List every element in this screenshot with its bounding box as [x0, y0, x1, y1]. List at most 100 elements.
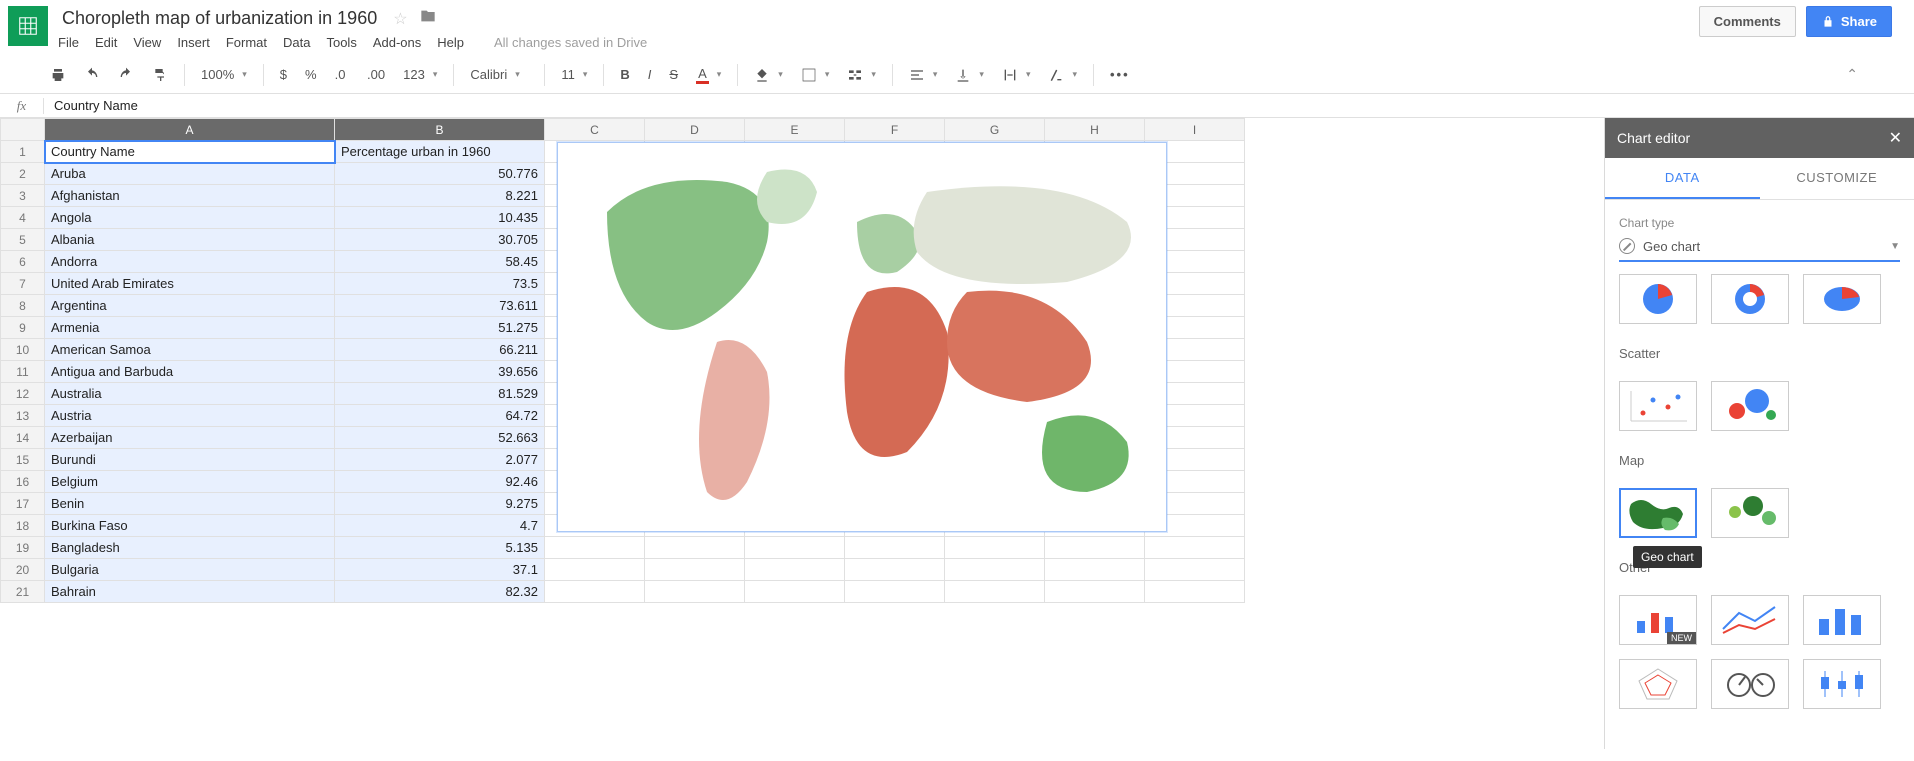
cell[interactable]: Andorra	[45, 251, 335, 273]
cell[interactable]: Burkina Faso	[45, 515, 335, 537]
fill-color-icon[interactable]	[748, 63, 789, 87]
col-header-H[interactable]: H	[1045, 119, 1145, 141]
thumb-line-multi[interactable]	[1711, 595, 1789, 645]
font-size-select[interactable]: 11	[555, 63, 593, 86]
menu-file[interactable]: File	[58, 35, 79, 50]
cell[interactable]: 66.211	[335, 339, 545, 361]
cell[interactable]: 30.705	[335, 229, 545, 251]
cell[interactable]: Bahrain	[45, 581, 335, 603]
cell[interactable]: Argentina	[45, 295, 335, 317]
thumb-scatter[interactable]	[1619, 381, 1697, 431]
col-header-A[interactable]: A	[45, 119, 335, 141]
row-header[interactable]: 1	[1, 141, 45, 163]
thumb-column[interactable]	[1803, 595, 1881, 645]
cell[interactable]: Burundi	[45, 449, 335, 471]
spreadsheet-grid[interactable]: A B C D E F G H I 1Country NamePercentag…	[0, 118, 1604, 749]
cell[interactable]: 5.135	[335, 537, 545, 559]
valign-icon[interactable]	[949, 63, 990, 87]
cell[interactable]: Bangladesh	[45, 537, 335, 559]
currency-icon[interactable]: $	[274, 63, 293, 86]
collapse-toolbar-icon[interactable]: ⌃	[1846, 66, 1870, 83]
menu-data[interactable]: Data	[283, 35, 310, 50]
row-header[interactable]: 4	[1, 207, 45, 229]
col-header-C[interactable]: C	[545, 119, 645, 141]
row-header[interactable]: 15	[1, 449, 45, 471]
cell[interactable]: 73.5	[335, 273, 545, 295]
thumb-pie[interactable]	[1619, 274, 1697, 324]
col-header-B[interactable]: B	[335, 119, 545, 141]
wrap-icon[interactable]	[996, 63, 1037, 87]
col-header-I[interactable]: I	[1145, 119, 1245, 141]
merge-icon[interactable]	[841, 63, 882, 87]
cell[interactable]: Aruba	[45, 163, 335, 185]
cell[interactable]: 52.663	[335, 427, 545, 449]
thumb-donut[interactable]	[1711, 274, 1789, 324]
cell[interactable]: Afghanistan	[45, 185, 335, 207]
tab-customize[interactable]: CUSTOMIZE	[1760, 158, 1914, 199]
chart-type-select[interactable]: Geo chart ▼	[1619, 234, 1900, 262]
thumb-bubble[interactable]	[1711, 381, 1789, 431]
cell[interactable]: Antigua and Barbuda	[45, 361, 335, 383]
cell[interactable]: 73.611	[335, 295, 545, 317]
cell[interactable]: 9.275	[335, 493, 545, 515]
halign-icon[interactable]	[903, 63, 944, 87]
cell[interactable]: Angola	[45, 207, 335, 229]
row-header[interactable]: 14	[1, 427, 45, 449]
print-icon[interactable]	[44, 63, 72, 87]
folder-icon[interactable]	[420, 8, 436, 29]
cell[interactable]: Percentage urban in 1960	[335, 141, 545, 163]
share-button[interactable]: Share	[1806, 6, 1892, 37]
column-headers[interactable]: A B C D E F G H I	[1, 119, 1245, 141]
italic-icon[interactable]: I	[642, 63, 658, 86]
row-header[interactable]: 12	[1, 383, 45, 405]
cell[interactable]: 64.72	[335, 405, 545, 427]
table-row[interactable]: 21Bahrain82.32	[1, 581, 1245, 603]
redo-icon[interactable]	[112, 63, 140, 87]
cell[interactable]: 50.776	[335, 163, 545, 185]
number-format-select[interactable]: 123	[397, 63, 443, 86]
row-header[interactable]: 6	[1, 251, 45, 273]
cell[interactable]: Armenia	[45, 317, 335, 339]
cell[interactable]: United Arab Emirates	[45, 273, 335, 295]
strike-icon[interactable]: S	[663, 63, 684, 86]
row-header[interactable]: 2	[1, 163, 45, 185]
cell[interactable]: 51.275	[335, 317, 545, 339]
row-header[interactable]: 13	[1, 405, 45, 427]
row-header[interactable]: 20	[1, 559, 45, 581]
row-header[interactable]: 3	[1, 185, 45, 207]
font-select[interactable]: Calibri	[464, 63, 534, 86]
row-header[interactable]: 16	[1, 471, 45, 493]
col-header-E[interactable]: E	[745, 119, 845, 141]
menu-tools[interactable]: Tools	[326, 35, 356, 50]
thumb-radar[interactable]	[1619, 659, 1697, 709]
decrease-decimal-icon[interactable]: .0	[329, 63, 355, 86]
row-header[interactable]: 19	[1, 537, 45, 559]
cell[interactable]: Azerbaijan	[45, 427, 335, 449]
more-icon[interactable]: •••	[1104, 63, 1136, 86]
menu-view[interactable]: View	[133, 35, 161, 50]
cell[interactable]: Bulgaria	[45, 559, 335, 581]
bold-icon[interactable]: B	[614, 63, 635, 86]
row-header[interactable]: 9	[1, 317, 45, 339]
increase-decimal-icon[interactable]: .00	[361, 63, 391, 86]
thumb-pie3d[interactable]	[1803, 274, 1881, 324]
cell[interactable]: 39.656	[335, 361, 545, 383]
menu-insert[interactable]: Insert	[177, 35, 210, 50]
cell[interactable]: 58.45	[335, 251, 545, 273]
select-all-corner[interactable]	[1, 119, 45, 141]
col-header-G[interactable]: G	[945, 119, 1045, 141]
cell[interactable]: American Samoa	[45, 339, 335, 361]
row-header[interactable]: 10	[1, 339, 45, 361]
formula-input[interactable]: Country Name	[44, 98, 148, 113]
borders-icon[interactable]	[795, 63, 836, 87]
document-title[interactable]: Choropleth map of urbanization in 1960	[58, 6, 381, 31]
row-header[interactable]: 17	[1, 493, 45, 515]
thumb-geo-markers[interactable]	[1711, 488, 1789, 538]
menu-addons[interactable]: Add-ons	[373, 35, 421, 50]
thumb-combo[interactable]: NEW	[1619, 595, 1697, 645]
cell[interactable]: Albania	[45, 229, 335, 251]
zoom-select[interactable]: 100%	[195, 63, 253, 86]
row-header[interactable]: 8	[1, 295, 45, 317]
star-icon[interactable]: ☆	[393, 9, 407, 29]
cell[interactable]: Country Name	[45, 141, 335, 163]
